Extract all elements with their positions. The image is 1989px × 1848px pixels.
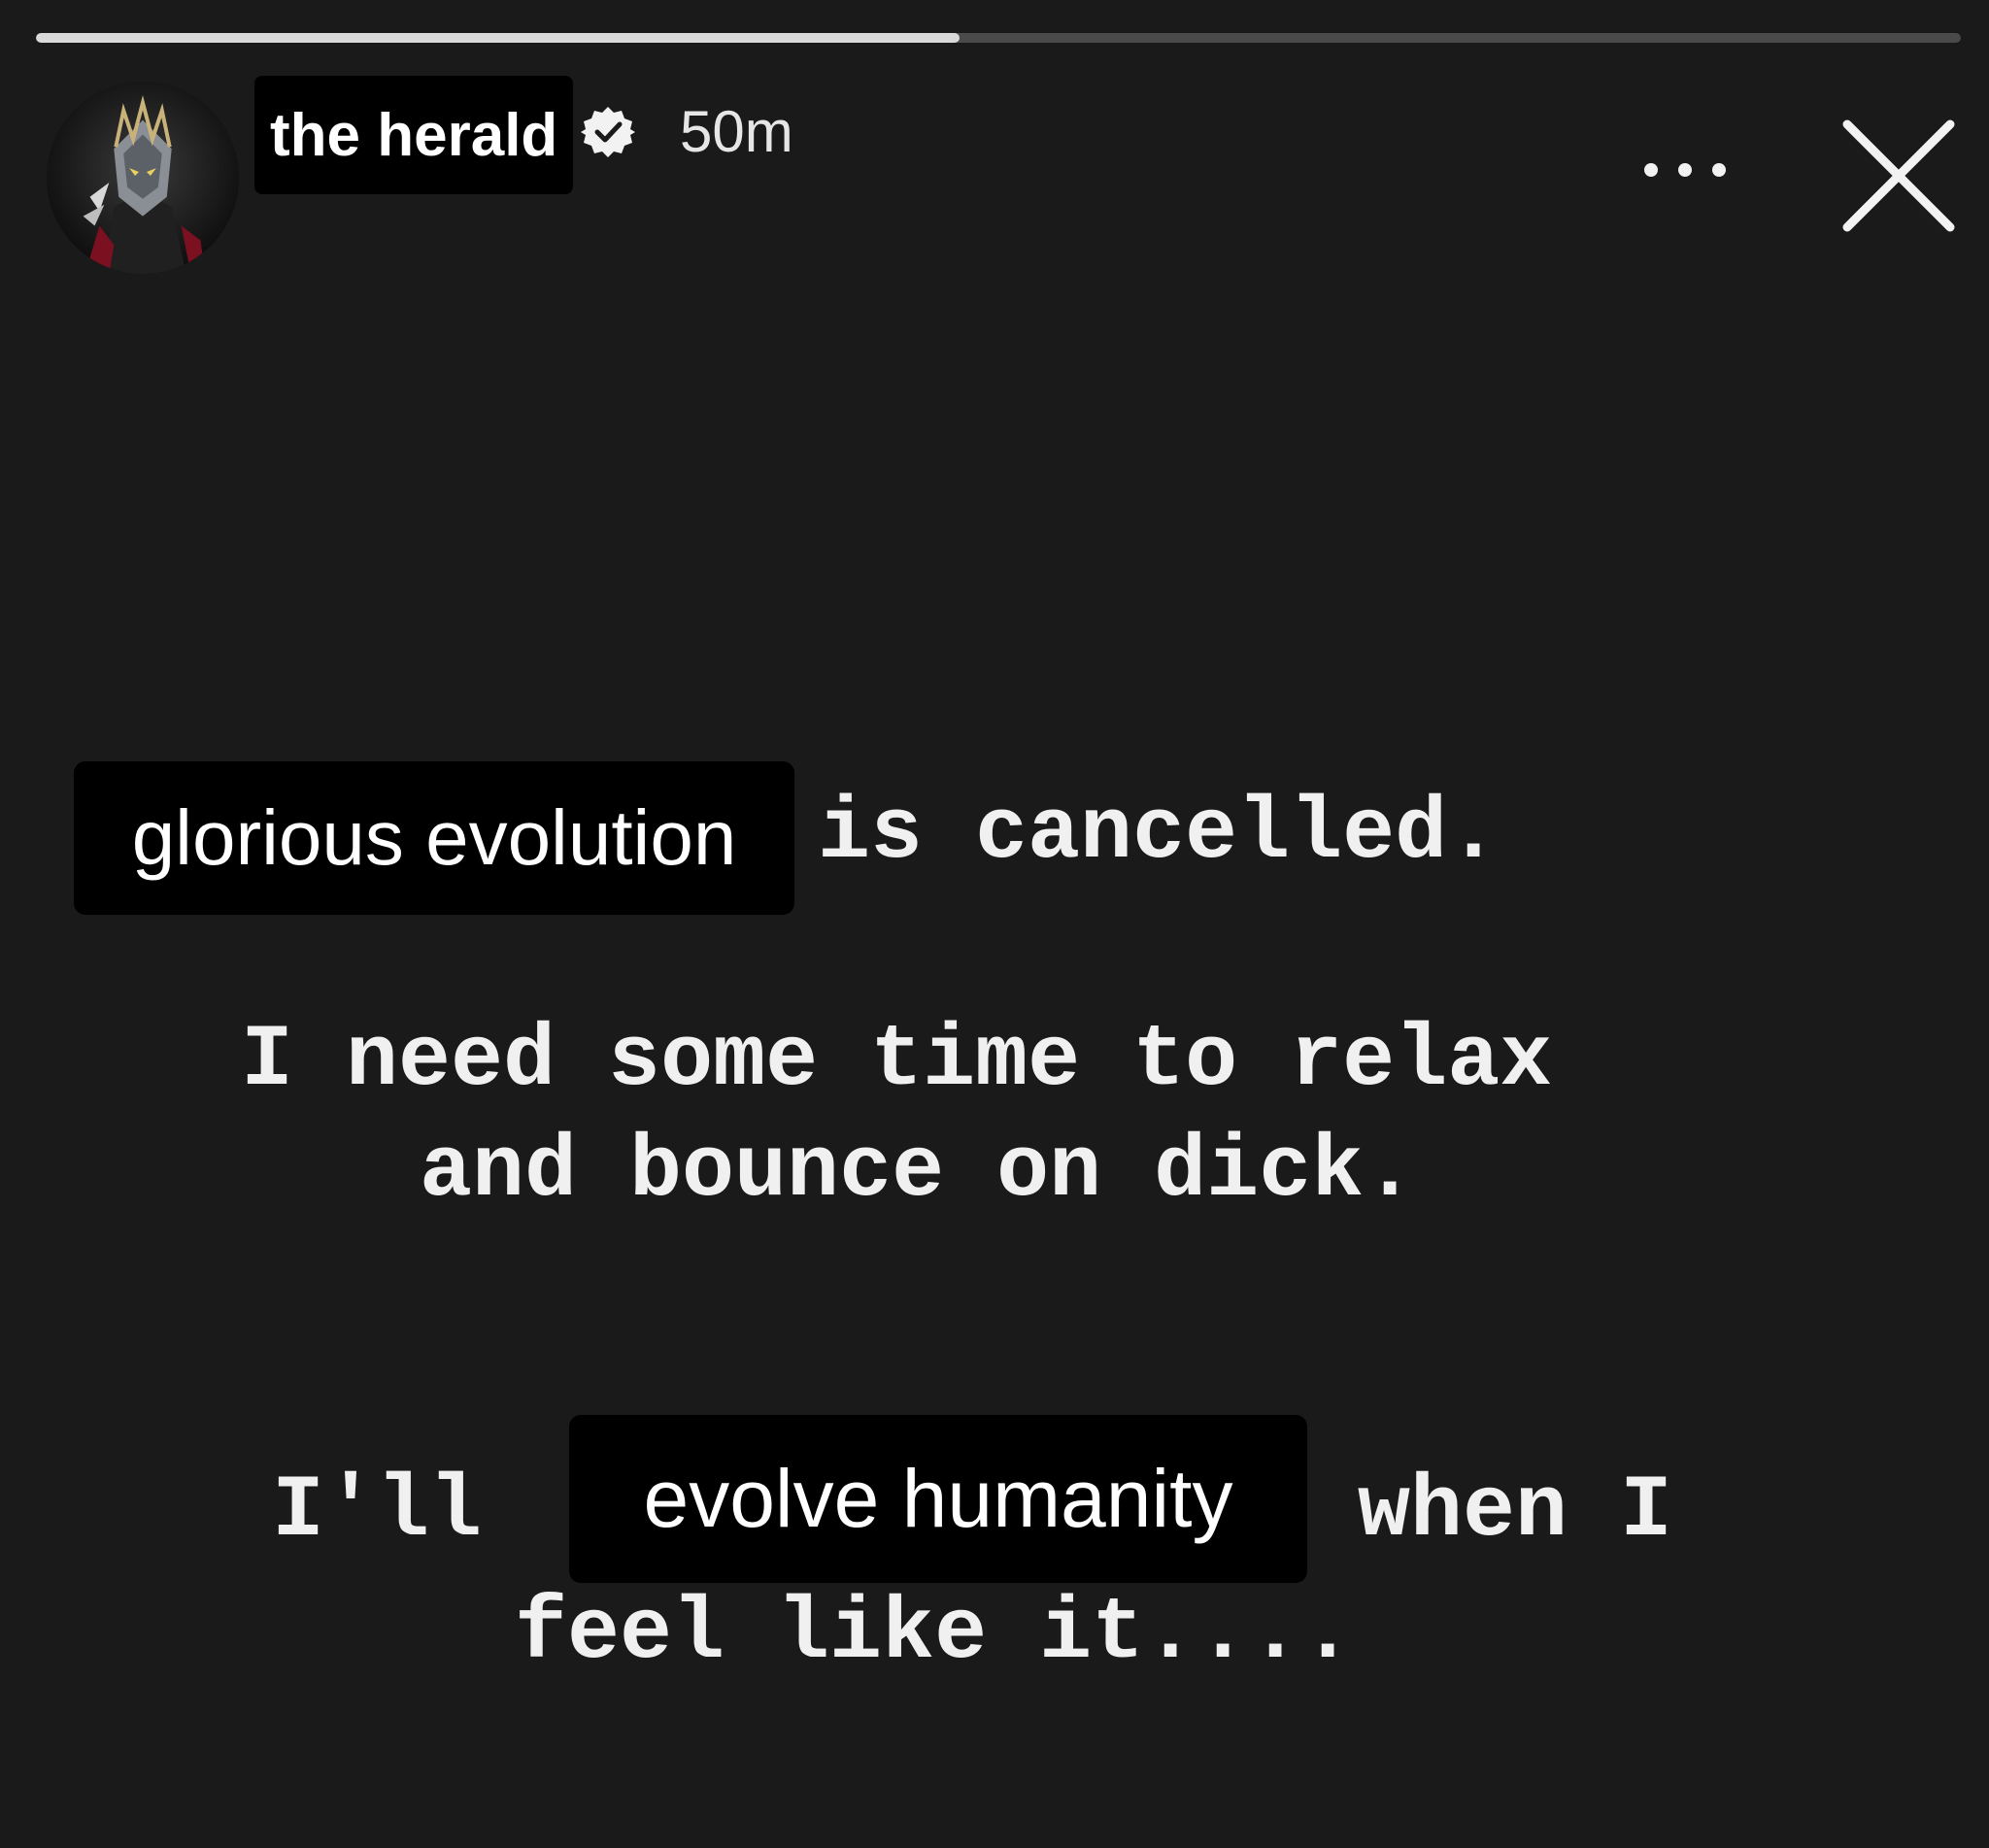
text-sticker-glorious-evolution: glorious evolution — [74, 761, 794, 915]
story-text-line-5: feel like it.... — [515, 1585, 1355, 1684]
more-options-button[interactable] — [1632, 136, 1738, 204]
story-progress-bar — [36, 33, 1961, 43]
avatar[interactable] — [47, 82, 239, 274]
story-text-line-2: I need some time to relax — [241, 1012, 1553, 1111]
story-text-line-4-prefix: I'll — [272, 1462, 483, 1562]
verified-badge-icon — [581, 105, 635, 159]
username[interactable]: the herald — [254, 76, 574, 194]
more-horizontal-icon — [1644, 163, 1726, 177]
story-text-line-3: and bounce on dick. — [420, 1123, 1417, 1222]
close-icon — [1842, 119, 1955, 232]
story-text-line-1: is cancelled. — [818, 785, 1500, 884]
story-text-line-4-suffix: when I — [1358, 1462, 1673, 1562]
close-button[interactable] — [1836, 113, 1962, 239]
text-sticker-evolve-humanity: evolve humanity — [569, 1415, 1307, 1583]
story-progress-fill — [36, 33, 961, 43]
story-timestamp: 50m — [680, 99, 793, 164]
avatar-image — [47, 82, 239, 274]
